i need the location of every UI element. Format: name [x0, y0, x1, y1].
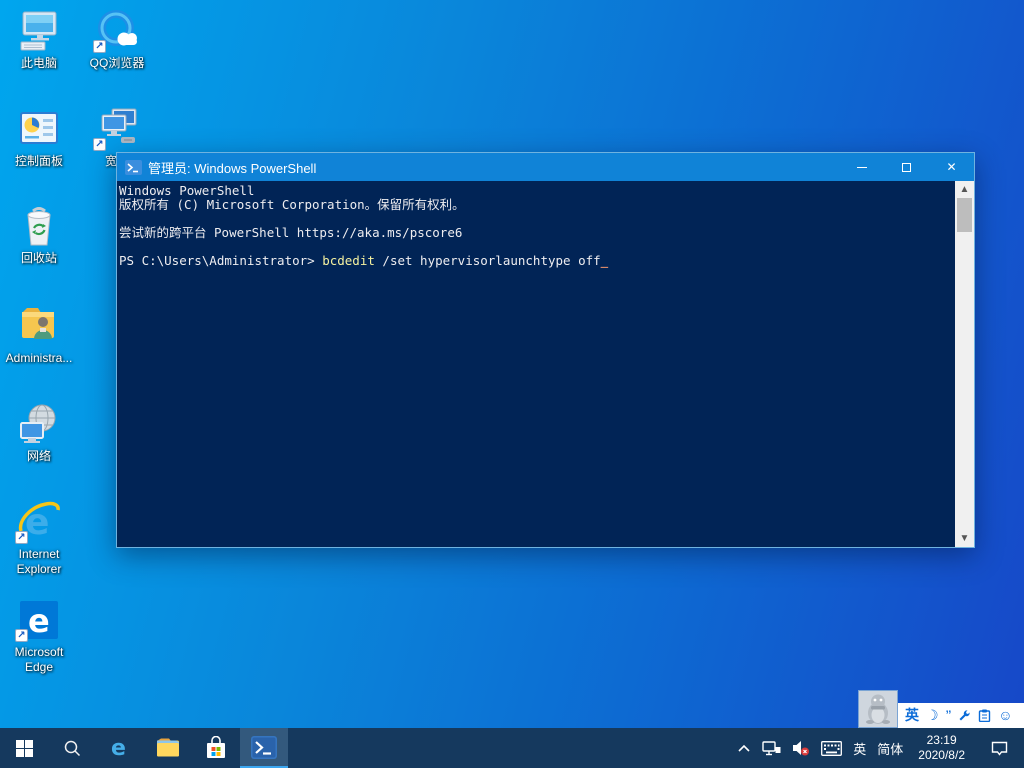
clock-date: 2020/8/2 [918, 748, 965, 763]
start-button[interactable] [0, 728, 48, 768]
desktop-icon-administrator[interactable]: Administra... [0, 303, 78, 366]
search-icon [63, 739, 81, 757]
console-cursor: _ [601, 253, 609, 268]
ime-punctuation-icon[interactable]: ’’ [946, 703, 952, 728]
powershell-icon [251, 736, 277, 759]
qq-browser-icon: ↗ [94, 8, 140, 54]
network-tray-button[interactable] [762, 741, 781, 756]
scrollbar-thumb[interactable] [957, 198, 972, 232]
taskbar-search-button[interactable] [48, 728, 96, 768]
desktop-icon-recycle-bin[interactable]: 回收站 [0, 203, 78, 266]
desktop-icon-network[interactable]: 网络 [0, 401, 78, 464]
scroll-down-icon[interactable]: ▼ [955, 530, 974, 547]
maximize-button[interactable] [884, 153, 929, 181]
this-pc-icon [16, 8, 62, 54]
ime-fullwidth-moon-icon[interactable]: ☽ [926, 703, 939, 728]
ime-mode-indicator[interactable]: 简体 [877, 739, 903, 758]
desktop-icon-internet-explorer[interactable]: e ↗ Internet Explorer [0, 499, 78, 577]
svg-text:e: e [28, 602, 50, 640]
taskbar: e [0, 728, 1024, 768]
shortcut-arrow-icon: ↗ [93, 40, 106, 53]
console-command-args: /set hypervisorlaunchtype off [375, 253, 601, 268]
desktop-icon-label: Internet Explorer [0, 547, 78, 577]
desktop-icon-label: Microsoft Edge [0, 645, 78, 675]
desktop-icon-label: 网络 [0, 449, 78, 464]
edge-icon: e [108, 736, 132, 760]
console-prompt: PS C:\Users\Administrator> [119, 253, 322, 268]
broadband-icon: ↗ [94, 106, 140, 152]
console-line: Windows PowerShell [119, 184, 955, 198]
control-panel-icon [16, 106, 62, 152]
taskbar-empty-area[interactable] [288, 728, 737, 768]
ime-toolbar: 英 ☽ ’’ ☺ [858, 690, 1024, 728]
powershell-icon [125, 160, 142, 175]
desktop-icon-label: 此电脑 [0, 56, 78, 71]
taskbar-powershell-button[interactable] [240, 728, 288, 768]
windows-logo-icon [16, 740, 33, 757]
taskbar-file-explorer-button[interactable] [144, 728, 192, 768]
ime-emoji-icon[interactable]: ☺ [998, 703, 1012, 728]
speaker-muted-icon [792, 740, 810, 756]
desktop-icon-label: Administra... [0, 351, 78, 366]
console-line [119, 240, 955, 254]
network-icon [16, 401, 62, 447]
file-explorer-icon [156, 738, 180, 758]
network-wired-icon [762, 741, 781, 756]
desktop-icon-label: QQ浏览器 [78, 56, 156, 71]
console-line [119, 212, 955, 226]
shortcut-arrow-icon: ↗ [15, 531, 28, 544]
clock-time: 23:19 [918, 733, 965, 748]
desktop-icon-label: 控制面板 [0, 154, 78, 169]
desktop-icon-control-panel[interactable]: 控制面板 [0, 106, 78, 169]
chevron-up-icon [737, 743, 751, 754]
window-title: 管理员: Windows PowerShell [148, 158, 839, 177]
taskbar-edge-button[interactable]: e [96, 728, 144, 768]
microsoft-store-icon [205, 736, 227, 760]
console-prompt-line: PS C:\Users\Administrator> bcdedit /set … [119, 254, 955, 268]
show-hidden-icons-button[interactable] [737, 743, 751, 754]
internet-explorer-icon: e ↗ [16, 499, 62, 545]
taskbar-clock[interactable]: 23:19 2020/8/2 [914, 733, 969, 763]
ime-settings-wrench-icon[interactable] [958, 709, 971, 722]
system-tray: 英 简体 23:19 2020/8/2 [737, 728, 1024, 768]
window-titlebar[interactable]: 管理员: Windows PowerShell ✕ [117, 153, 974, 181]
microsoft-edge-icon: e ↗ [16, 597, 62, 643]
desktop-icon-qq-browser[interactable]: ↗ QQ浏览器 [78, 8, 156, 71]
desktop-icon-this-pc[interactable]: 此电脑 [0, 8, 78, 71]
powershell-window: 管理员: Windows PowerShell ✕ Windows PowerS… [116, 152, 975, 548]
desktop-icon-label: 回收站 [0, 251, 78, 266]
ime-mode-english[interactable]: 英 [905, 703, 919, 728]
shortcut-arrow-icon: ↗ [15, 629, 28, 642]
action-center-button[interactable] [980, 741, 1018, 756]
close-button[interactable]: ✕ [929, 153, 974, 181]
user-folder-icon [16, 303, 62, 349]
console-command: bcdedit [322, 253, 375, 268]
qq-tray-icon[interactable] [858, 690, 898, 728]
keyboard-icon [821, 741, 842, 756]
scroll-up-icon[interactable]: ▲ [955, 181, 974, 198]
ime-statusbar: 英 ☽ ’’ ☺ [898, 703, 1024, 728]
shortcut-arrow-icon: ↗ [93, 138, 106, 151]
ime-clipboard-icon[interactable] [978, 709, 991, 722]
desktop-icon-microsoft-edge[interactable]: e ↗ Microsoft Edge [0, 597, 78, 675]
notification-bubble-icon [991, 741, 1008, 756]
volume-tray-button[interactable] [792, 740, 810, 756]
console-line: 尝试新的跨平台 PowerShell https://aka.ms/pscore… [119, 226, 955, 240]
svg-text:e: e [111, 736, 126, 760]
input-language-indicator[interactable]: 英 [853, 739, 866, 758]
taskbar-store-button[interactable] [192, 728, 240, 768]
scrollbar[interactable]: ▲ ▼ [955, 181, 974, 547]
console-line: 版权所有 (C) Microsoft Corporation。保留所有权利。 [119, 198, 955, 212]
touch-keyboard-button[interactable] [821, 741, 842, 756]
recycle-bin-icon [16, 203, 62, 249]
minimize-button[interactable] [839, 153, 884, 181]
console-output[interactable]: Windows PowerShell 版权所有 (C) Microsoft Co… [117, 181, 955, 547]
